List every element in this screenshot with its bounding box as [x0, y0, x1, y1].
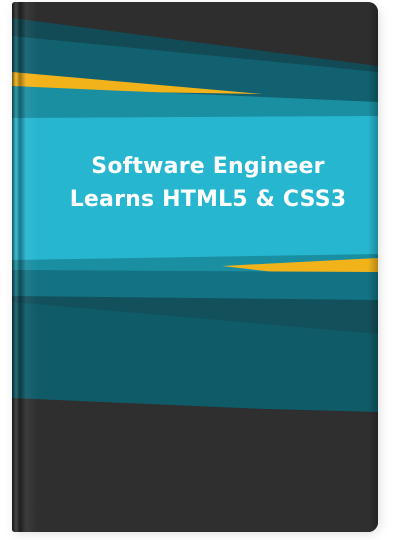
cover-art	[12, 2, 378, 532]
book-title-line-1: Software Engineer	[91, 154, 325, 179]
book-title: Software Engineer Learns HTML5 & CSS3	[38, 150, 378, 216]
book-cover: Software Engineer Learns HTML5 & CSS3	[12, 2, 378, 532]
book-title-line-2: Learns HTML5 & CSS3	[69, 187, 347, 212]
book-mockup-canvas: Software Engineer Learns HTML5 & CSS3	[0, 0, 400, 540]
bottom-dark-wedge	[12, 398, 378, 532]
